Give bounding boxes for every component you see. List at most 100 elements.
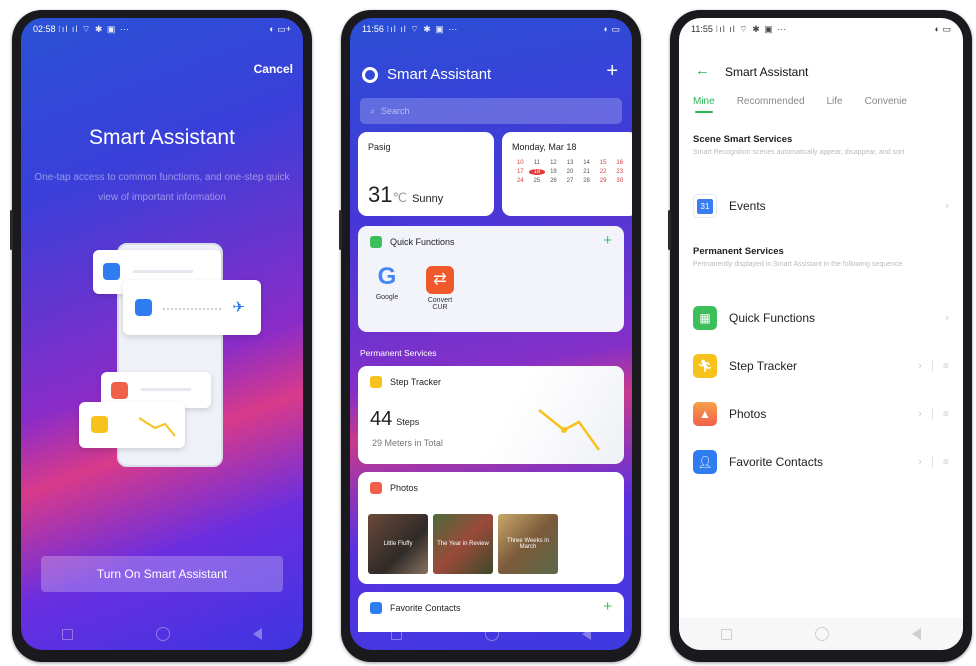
nav-bar <box>679 618 963 650</box>
page-title: Smart Assistant <box>725 65 809 79</box>
battery-icon: ◐ ▭ <box>603 23 620 34</box>
calendar-day[interactable]: 11 <box>529 160 546 166</box>
quick-functions-icon <box>370 236 382 248</box>
recent-apps-icon[interactable] <box>720 628 732 640</box>
currency-convert-icon: ⇄ <box>426 266 454 294</box>
contacts-icon: 👤︎ <box>693 450 717 474</box>
phone-frame-1: 02:58 ⁝ıl ıl ⌔ ✱ ▣ ⋯ ◐ ▭+ Cancel Smart A… <box>10 10 312 662</box>
phone-frame-2: 11:56 ⁝ıl ıl ⌔ ✱ ▣ ⋯ ◐ ▭ Smart Assistant… <box>339 10 641 662</box>
recent-apps-icon[interactable] <box>62 628 74 640</box>
row-label: Favorite Contacts <box>729 455 824 469</box>
back-arrow-icon[interactable]: ← <box>695 62 710 79</box>
step-tracker-icon: 🏃︎ <box>693 354 717 378</box>
chevron-right-icon: › <box>918 456 922 468</box>
photo-caption: Three Weeks in March <box>507 538 549 550</box>
recent-apps-icon[interactable] <box>391 628 403 640</box>
chevron-right-icon: › <box>918 408 922 420</box>
app-google[interactable]: G Google <box>372 264 402 302</box>
turn-on-button[interactable]: Turn On Smart Assistant <box>41 556 283 592</box>
quick-functions-widget: Quick Functions + G Google ⇄ Convert CUR <box>358 226 624 332</box>
calendar-day[interactable]: 18 <box>528 169 546 175</box>
section-header: Permanent Services <box>693 246 784 257</box>
weather-widget[interactable]: Pasig 31 ℃ Sunny <box>358 132 494 216</box>
tab-recommended[interactable]: Recommended <box>737 96 805 107</box>
calendar-day[interactable]: 16 <box>611 160 628 166</box>
search-placeholder: Search <box>381 106 410 116</box>
calendar-day[interactable]: 20 <box>562 169 579 175</box>
events-row[interactable]: 31 Events › <box>693 192 955 220</box>
home-icon[interactable] <box>155 627 170 641</box>
photo-album[interactable]: Little Fluffy <box>368 514 428 574</box>
service-row-photos[interactable]: ▲ Photos › ≡ <box>693 400 955 428</box>
chevron-right-icon: › <box>945 312 949 324</box>
calendar-day[interactable]: 12 <box>545 160 562 166</box>
calendar-day[interactable]: 29 <box>595 178 612 184</box>
calendar-day[interactable]: 14 <box>578 160 595 166</box>
calendar-day[interactable]: 27 <box>562 178 579 184</box>
calendar-day[interactable]: 26 <box>545 178 562 184</box>
row-label: Photos <box>729 407 767 421</box>
photos-icon: ▲ <box>693 402 717 426</box>
photo-album[interactable]: Three Weeks in March <box>498 514 558 574</box>
smart-assistant-icon <box>362 66 378 83</box>
widget-title: Step Tracker <box>390 377 442 387</box>
status-bar: 11:56 ⁝ıl ıl ⌔ ✱ ▣ ⋯ ◐ ▭ <box>362 23 620 34</box>
calendar-day[interactable]: 30 <box>611 178 628 184</box>
service-row-favorite-contacts[interactable]: 👤︎ Favorite Contacts › ≡ <box>693 448 955 476</box>
contacts-icon <box>370 602 382 614</box>
calendar-icon: 31 <box>693 194 717 218</box>
photo-album[interactable]: The Year in Review <box>433 514 493 574</box>
status-time: 02:58 <box>33 23 56 34</box>
drag-handle-icon[interactable]: ≡ <box>943 457 955 468</box>
chevron-right-icon: › <box>918 360 922 372</box>
calendar-grid: 10 11 12 13 14 15 16 17 18 19 20 21 22 23 24 25 26 27 28 29… <box>512 160 628 184</box>
calendar-day[interactable]: 15 <box>595 160 612 166</box>
weather-location: Pasig <box>368 142 391 152</box>
tab-life[interactable]: Life <box>827 96 843 107</box>
step-tracker-widget[interactable]: Step Tracker 44 Steps 29 Meters in Total <box>358 366 624 464</box>
add-icon[interactable]: + <box>603 598 612 615</box>
smart-assistant-screen: 11:56 ⁝ıl ıl ⌔ ✱ ▣ ⋯ ◐ ▭ Smart Assistant… <box>350 18 632 650</box>
calendar-icon <box>135 299 152 316</box>
row-label: Quick Functions <box>729 311 816 325</box>
route-icon <box>138 417 176 437</box>
drag-handle-icon[interactable]: ≡ <box>943 409 955 420</box>
route-map-icon <box>538 409 601 451</box>
calendar-day[interactable]: 23 <box>611 169 628 175</box>
cancel-button[interactable]: Cancel <box>254 62 293 76</box>
photos-icon <box>111 382 128 399</box>
service-row-step-tracker[interactable]: 🏃︎ Step Tracker › ≡ <box>693 352 955 380</box>
back-icon[interactable] <box>252 628 262 640</box>
home-icon[interactable] <box>814 627 829 641</box>
section-header: Scene Smart Services <box>693 134 793 145</box>
tab-convenience[interactable]: Convenie <box>865 96 907 107</box>
weather-condition: Sunny <box>412 193 444 205</box>
search-input[interactable]: ⌕ Search <box>360 98 622 124</box>
calendar-day[interactable]: 13 <box>562 160 579 166</box>
calendar-day[interactable]: 28 <box>578 178 595 184</box>
back-icon[interactable] <box>912 628 922 640</box>
row-label: Step Tracker <box>729 359 798 373</box>
weather-unit: ℃ <box>392 190 408 205</box>
home-icon[interactable] <box>484 627 499 641</box>
weather-temp: 31 <box>368 182 393 207</box>
photo-caption: Little Fluffy <box>383 541 413 547</box>
widget-title: Favorite Contacts <box>390 603 461 613</box>
page-description: One-tap access to common functions, and … <box>34 172 290 203</box>
add-icon[interactable]: + <box>603 232 612 249</box>
tab-mine[interactable]: Mine <box>693 96 715 113</box>
airplane-icon: ✈ <box>232 299 245 316</box>
app-convert-cur[interactable]: ⇄ Convert CUR <box>420 266 460 311</box>
service-row-quick-functions[interactable]: ▦ Quick Functions › <box>693 304 955 332</box>
calendar-day[interactable]: 21 <box>578 169 595 175</box>
add-icon[interactable]: + <box>606 60 618 83</box>
calendar-widget[interactable]: Monday, Mar 18 10 11 12 13 14 15 16 17 18 19 20 21 2… <box>502 132 632 216</box>
calendar-day[interactable]: 19 <box>545 169 562 175</box>
calendar-day[interactable]: 22 <box>595 169 612 175</box>
drag-handle-icon[interactable]: ≡ <box>943 361 955 372</box>
calendar-day[interactable]: 10 <box>512 160 529 166</box>
back-icon[interactable] <box>581 628 591 640</box>
calendar-day[interactable]: 25 <box>529 178 546 184</box>
calendar-day[interactable]: 17 <box>512 169 529 175</box>
calendar-day[interactable]: 24 <box>512 178 529 184</box>
